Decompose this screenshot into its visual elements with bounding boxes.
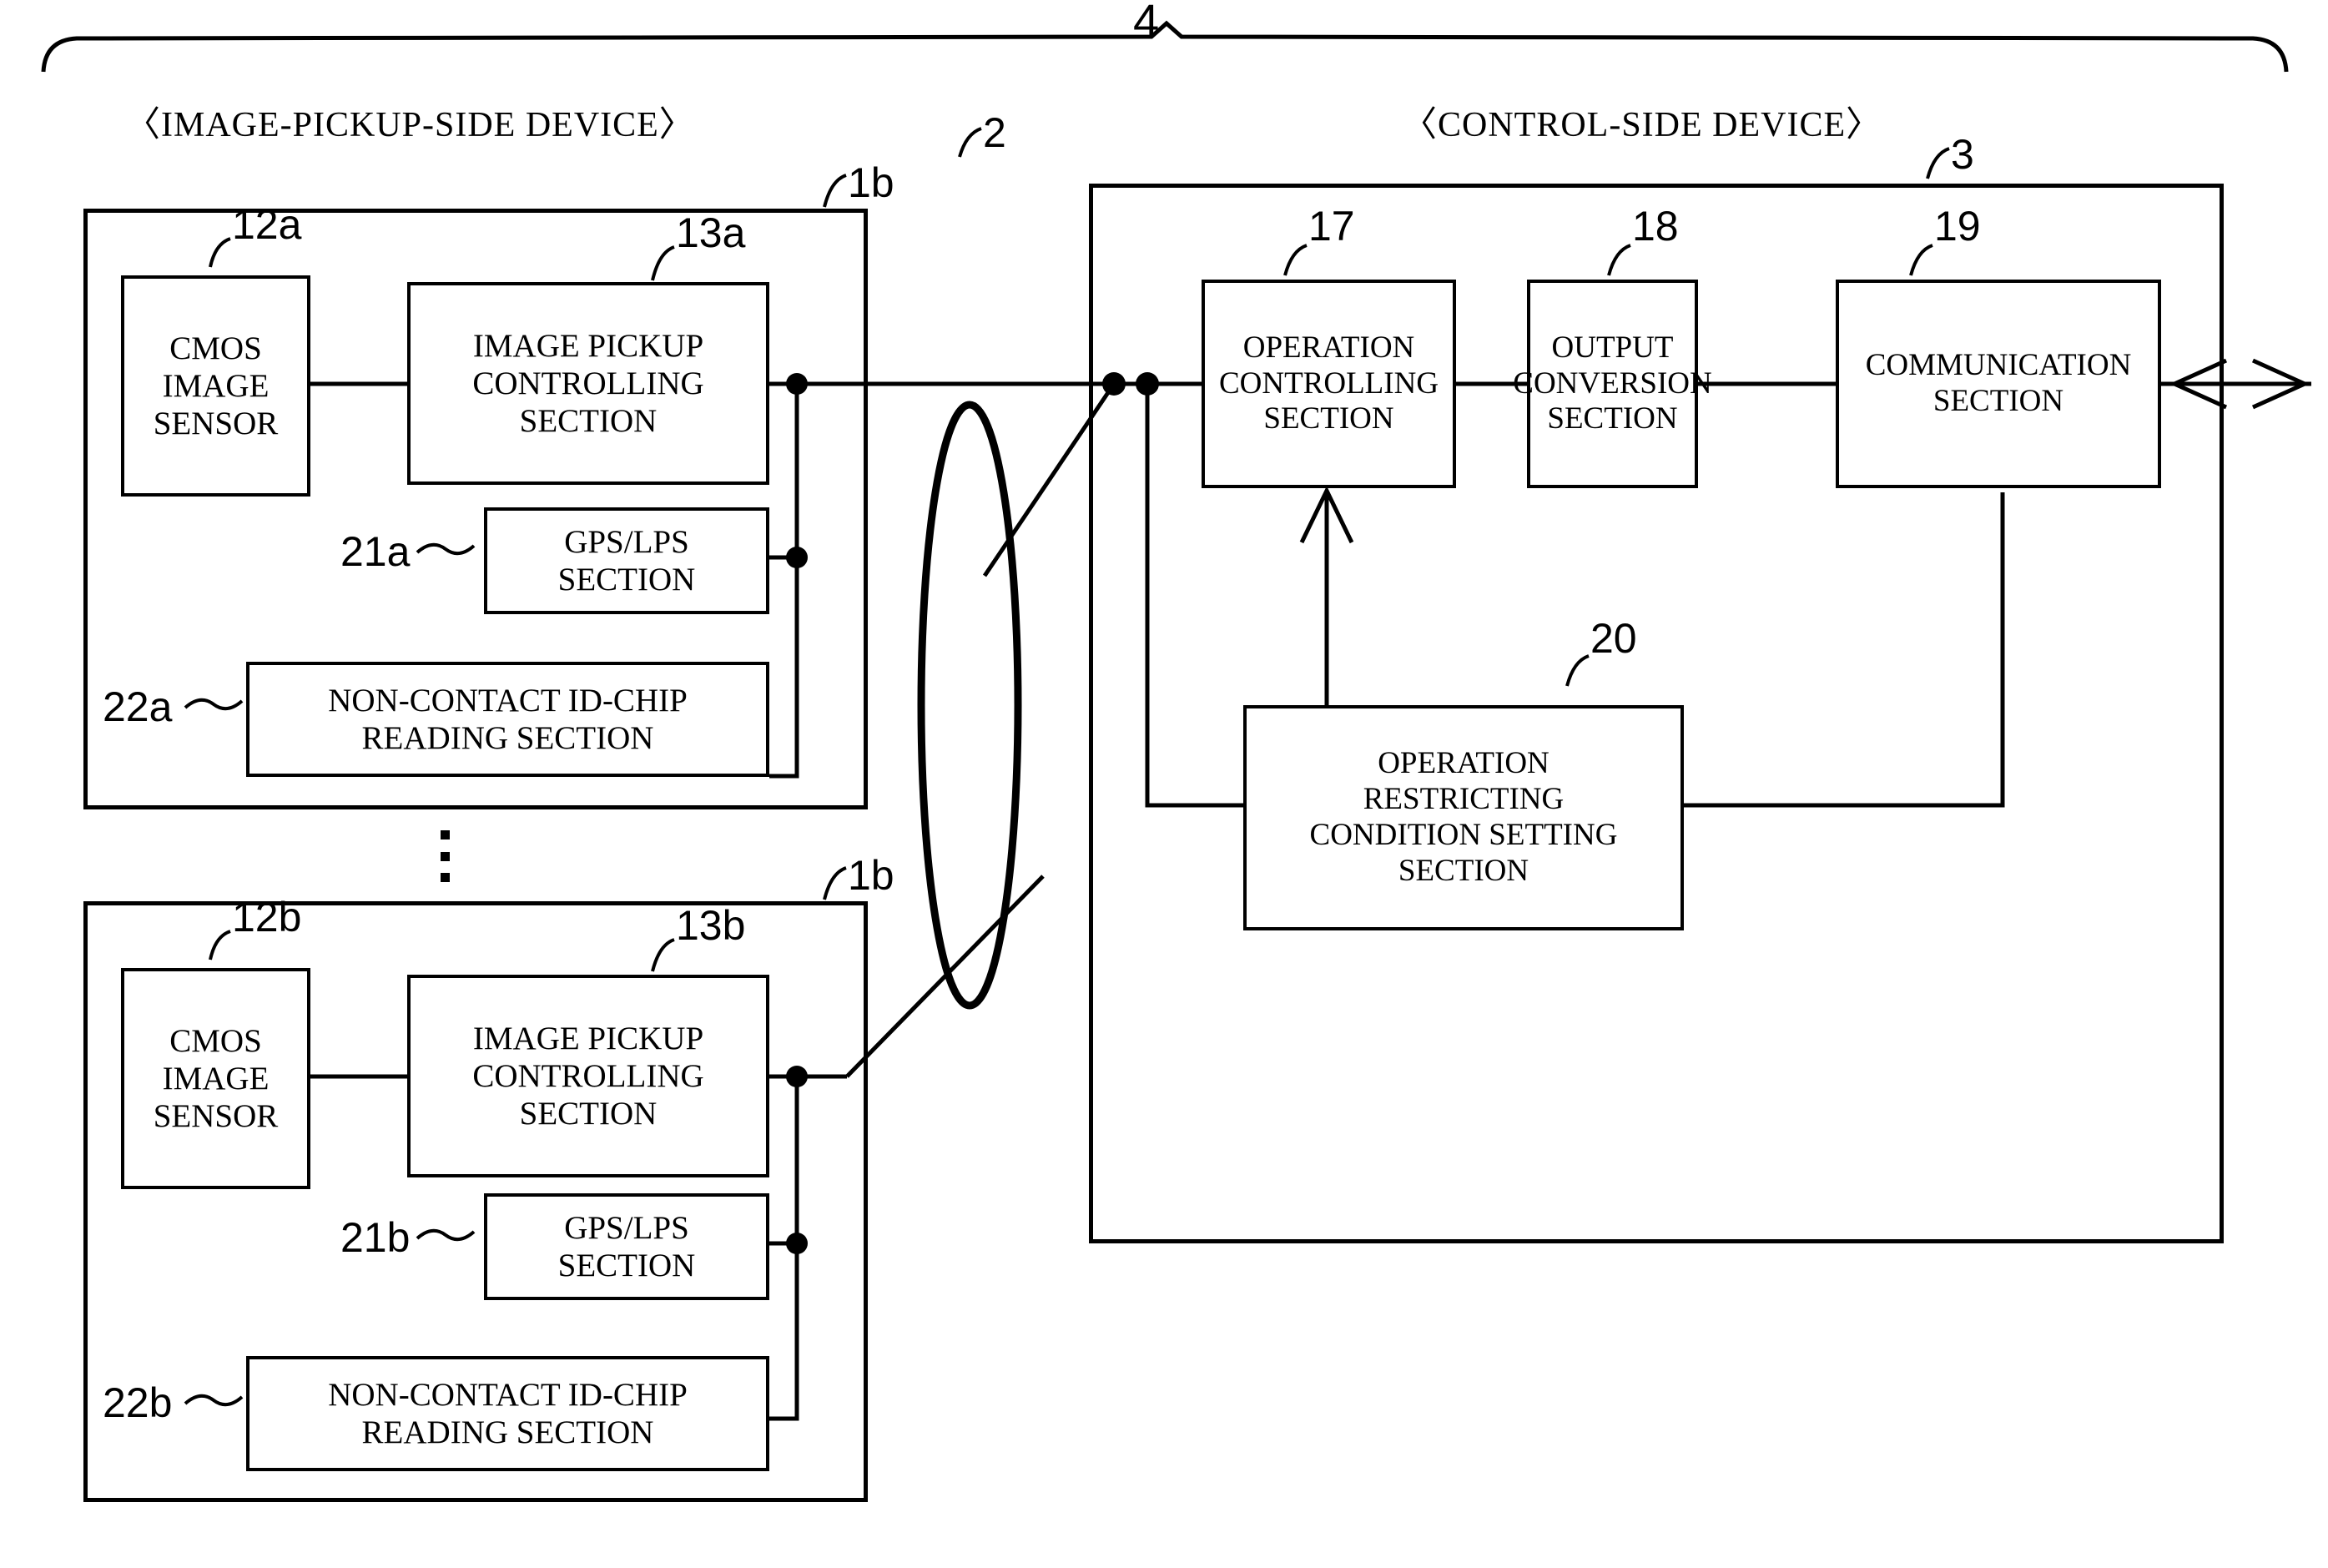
block-non-contact-id-chip-reading-section-b[interactable]: NON-CONTACT ID-CHIP READING SECTION bbox=[246, 1356, 769, 1471]
block-label: NON-CONTACT ID-CHIP READING SECTION bbox=[328, 1376, 688, 1450]
ref-21b: 21b bbox=[340, 1214, 411, 1261]
block-operation-controlling-section[interactable]: OPERATION CONTROLLING SECTION bbox=[1202, 280, 1456, 488]
ref-12a: 12a bbox=[232, 201, 302, 248]
leader-3 bbox=[1926, 147, 1950, 179]
ref-21a: 21a bbox=[340, 528, 411, 575]
ref-13b: 13b bbox=[676, 902, 746, 949]
network-ellipse bbox=[917, 401, 1022, 1010]
ref-13a: 13a bbox=[676, 209, 746, 256]
ref-19: 19 bbox=[1934, 203, 1981, 250]
block-label: CMOS IMAGE SENSOR bbox=[153, 1022, 279, 1135]
block-label: IMAGE PICKUP CONTROLLING SECTION bbox=[472, 327, 704, 440]
header-control-side: 〈CONTROL-SIDE DEVICE〉 bbox=[1402, 106, 1882, 144]
block-non-contact-id-chip-reading-section-a[interactable]: NON-CONTACT ID-CHIP READING SECTION bbox=[246, 662, 769, 777]
block-label: OUTPUT CONVERSION SECTION bbox=[1513, 330, 1712, 436]
ref-12b: 12b bbox=[232, 894, 302, 940]
block-cmos-image-sensor-a[interactable]: CMOS IMAGE SENSOR bbox=[121, 275, 310, 497]
block-image-pickup-controlling-section-a[interactable]: IMAGE PICKUP CONTROLLING SECTION bbox=[407, 282, 769, 485]
block-label: GPS/LPS SECTION bbox=[557, 1209, 696, 1283]
header-image-pickup-side: 〈IMAGE-PICKUP-SIDE DEVICE〉 bbox=[125, 106, 695, 144]
block-image-pickup-controlling-section-b[interactable]: IMAGE PICKUP CONTROLLING SECTION bbox=[407, 975, 769, 1177]
ref-1b-lower: 1b bbox=[848, 852, 894, 899]
leader-2 bbox=[958, 127, 982, 158]
ref-control-device-3: 3 bbox=[1951, 131, 1974, 178]
block-label: GPS/LPS SECTION bbox=[557, 523, 696, 597]
ref-system-4: 4 bbox=[1133, 0, 1160, 47]
block-label: NON-CONTACT ID-CHIP READING SECTION bbox=[328, 682, 688, 756]
ref-22a: 22a bbox=[103, 683, 173, 730]
block-gps-lps-section-a[interactable]: GPS/LPS SECTION bbox=[484, 507, 769, 614]
block-label: COMMUNICATION SECTION bbox=[1865, 348, 2132, 418]
ref-22b: 22b bbox=[103, 1379, 173, 1426]
ref-18: 18 bbox=[1632, 203, 1679, 250]
block-gps-lps-section-b[interactable]: GPS/LPS SECTION bbox=[484, 1193, 769, 1300]
block-label: OPERATION CONTROLLING SECTION bbox=[1218, 330, 1439, 436]
ref-1b-upper: 1b bbox=[848, 159, 894, 206]
block-cmos-image-sensor-b[interactable]: CMOS IMAGE SENSOR bbox=[121, 968, 310, 1189]
block-label: OPERATION RESTRICTING CONDITION SETTING … bbox=[1309, 746, 1618, 888]
vertical-ellipsis bbox=[440, 830, 450, 882]
block-output-conversion-section[interactable]: OUTPUT CONVERSION SECTION bbox=[1513, 280, 1712, 488]
block-label: CMOS IMAGE SENSOR bbox=[153, 330, 279, 442]
leader-1b-top bbox=[823, 174, 847, 208]
block-communication-section[interactable]: COMMUNICATION SECTION bbox=[1836, 280, 2161, 488]
system-brace bbox=[41, 20, 2289, 73]
block-operation-restricting-condition-setting-section[interactable]: OPERATION RESTRICTING CONDITION SETTING … bbox=[1243, 705, 1684, 930]
patent-figure-canvas: 〈IMAGE-PICKUP-SIDE DEVICE〉 〈CONTROL-SIDE… bbox=[0, 0, 2328, 1568]
ref-20: 20 bbox=[1590, 615, 1637, 662]
ref-17: 17 bbox=[1308, 203, 1355, 250]
leader-1b-bottom bbox=[823, 866, 847, 900]
block-label: IMAGE PICKUP CONTROLLING SECTION bbox=[472, 1020, 704, 1132]
ref-network-2: 2 bbox=[983, 109, 1006, 156]
